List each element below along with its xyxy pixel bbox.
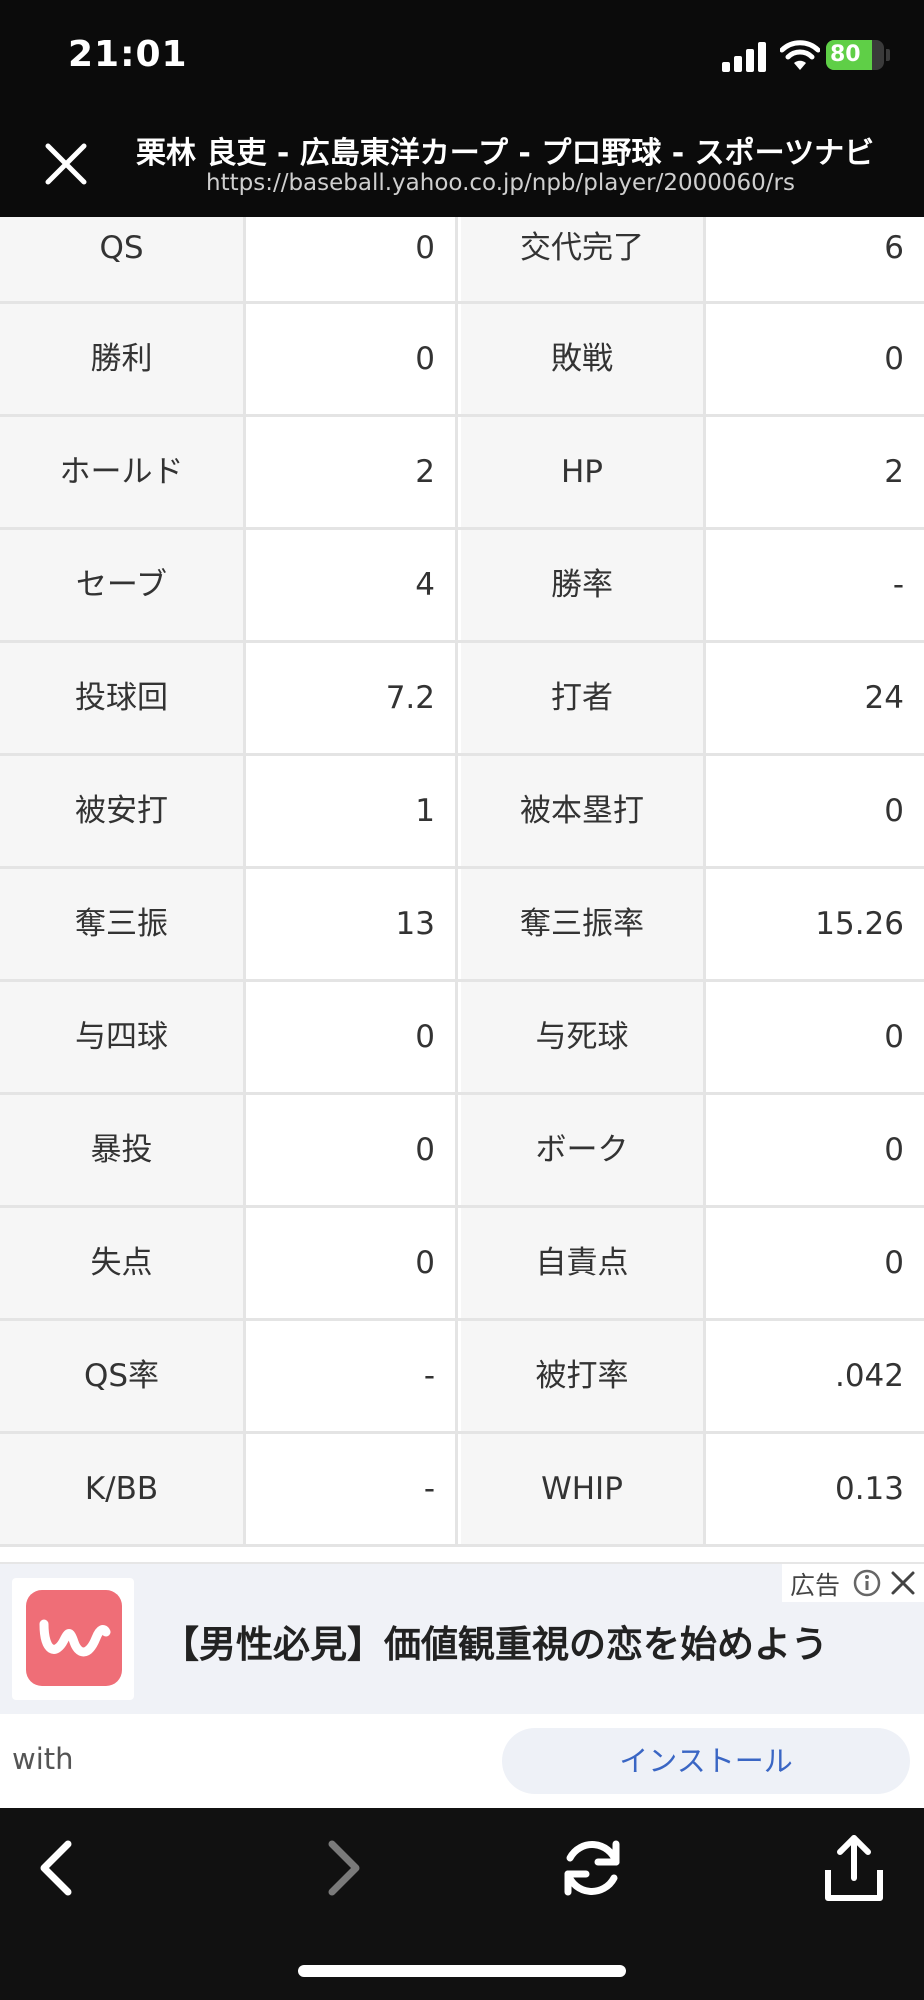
stat-label: ホールド: [0, 417, 246, 527]
stats-table: QS 0 交代完了 6 勝利 0 敗戦 0 ホールド 2 HP 2 セーブ 4 …: [0, 217, 924, 1547]
ad-app-icon[interactable]: [12, 1578, 134, 1700]
stat-value: -: [709, 530, 924, 640]
stat-value: 0: [249, 1095, 458, 1205]
stat-label: 失点: [0, 1208, 246, 1318]
table-row: セーブ 4 勝率 -: [0, 530, 924, 643]
stat-label: 被安打: [0, 756, 246, 866]
stat-value: 15.26: [709, 869, 924, 979]
stat-value: 2: [249, 417, 458, 527]
stat-value: 0: [249, 1208, 458, 1318]
share-icon: [825, 1835, 883, 1901]
stat-value: 0.13: [709, 1434, 924, 1544]
table-row: 暴投 0 ボーク 0: [0, 1095, 924, 1208]
page-title: 栗林 良吏 - 広島東洋カープ - プロ野球 - スポーツナビ: [136, 136, 875, 171]
with-logo-icon: [26, 1590, 122, 1686]
back-icon: [40, 1840, 72, 1896]
stat-label: 勝利: [0, 304, 246, 414]
table-row: 奪三振 13 奪三振率 15.26: [0, 869, 924, 982]
back-button[interactable]: [22, 1832, 94, 1904]
ad-brand: with: [12, 1742, 74, 1776]
table-row: 失点 0 自責点 0: [0, 1208, 924, 1321]
status-bar: 21:01 80: [0, 0, 924, 110]
share-button[interactable]: [818, 1832, 890, 1904]
stat-label: 被打率: [461, 1321, 706, 1431]
forward-icon: [328, 1840, 360, 1896]
stat-value: 2: [709, 417, 924, 527]
stat-label: 被本塁打: [461, 756, 706, 866]
table-row: 与四球 0 与死球 0: [0, 982, 924, 1095]
stat-value: 0: [709, 304, 924, 414]
stat-value: -: [249, 1321, 458, 1431]
table-row: 被安打 1 被本塁打 0: [0, 756, 924, 869]
stat-value: .042: [709, 1321, 924, 1431]
close-button[interactable]: [40, 138, 92, 190]
stat-value: 0: [709, 982, 924, 1092]
stat-value: 0: [709, 1095, 924, 1205]
ad-banner[interactable]: 【男性必見】価値観重視の恋を始めよう 広告 with インストール: [0, 1562, 924, 1810]
stat-value: 24: [709, 643, 924, 753]
wifi-icon: [779, 38, 821, 72]
battery-level: 80: [830, 42, 861, 67]
ad-label: 広告: [790, 1571, 841, 1600]
stat-value: 1: [249, 756, 458, 866]
battery-icon: 80: [826, 40, 884, 70]
stat-label: セーブ: [0, 530, 246, 640]
close-icon: [45, 143, 87, 185]
cellular-signal-icon: [722, 40, 770, 72]
page-url: https://baseball.yahoo.co.jp/npb/player/…: [206, 170, 795, 196]
stat-value: 13: [249, 869, 458, 979]
home-indicator[interactable]: [298, 1965, 626, 1977]
stat-label: 奪三振: [0, 869, 246, 979]
install-button[interactable]: インストール: [502, 1728, 910, 1794]
table-row: 投球回 7.2 打者 24: [0, 643, 924, 756]
info-icon[interactable]: [852, 1568, 882, 1598]
stat-value: 0: [709, 1208, 924, 1318]
table-row: QS 0 交代完了 6: [0, 217, 924, 304]
stat-label: 打者: [461, 643, 706, 753]
reload-icon: [564, 1840, 620, 1896]
status-time: 21:01: [68, 34, 188, 75]
forward-button[interactable]: [306, 1832, 378, 1904]
stat-value: 0: [709, 756, 924, 866]
stat-label: WHIP: [461, 1434, 706, 1544]
close-icon[interactable]: [888, 1568, 918, 1598]
table-row: ホールド 2 HP 2: [0, 417, 924, 530]
stat-value: 4: [249, 530, 458, 640]
stat-label: 敗戦: [461, 304, 706, 414]
stat-label: K/BB: [0, 1434, 246, 1544]
reload-button[interactable]: [556, 1832, 628, 1904]
stat-value: 7.2: [249, 643, 458, 753]
stat-label: 投球回: [0, 643, 246, 753]
stat-label: ボーク: [461, 1095, 706, 1205]
stat-value: 6: [709, 217, 924, 301]
stat-label: 奪三振率: [461, 869, 706, 979]
stat-label: 自責点: [461, 1208, 706, 1318]
table-row: QS率 - 被打率 .042: [0, 1321, 924, 1434]
stat-value: 0: [249, 982, 458, 1092]
table-row: 勝利 0 敗戦 0: [0, 304, 924, 417]
stat-value: 0: [249, 304, 458, 414]
ad-headline[interactable]: 【男性必見】価値観重視の恋を始めよう: [162, 1614, 828, 1668]
stat-value: 0: [249, 217, 458, 301]
stat-label: 勝率: [461, 530, 706, 640]
stat-label: 交代完了: [461, 217, 706, 301]
stat-label: 与四球: [0, 982, 246, 1092]
ad-badge: 広告: [782, 1564, 924, 1602]
stat-label: HP: [461, 417, 706, 527]
stat-label: QS率: [0, 1321, 246, 1431]
battery-cap: [886, 49, 890, 61]
stat-label: 暴投: [0, 1095, 246, 1205]
table-row: K/BB - WHIP 0.13: [0, 1434, 924, 1547]
browser-header: 栗林 良吏 - 広島東洋カープ - プロ野球 - スポーツナビ https://…: [0, 110, 924, 217]
stat-label: 与死球: [461, 982, 706, 1092]
stat-label: QS: [0, 217, 246, 301]
stat-value: -: [249, 1434, 458, 1544]
